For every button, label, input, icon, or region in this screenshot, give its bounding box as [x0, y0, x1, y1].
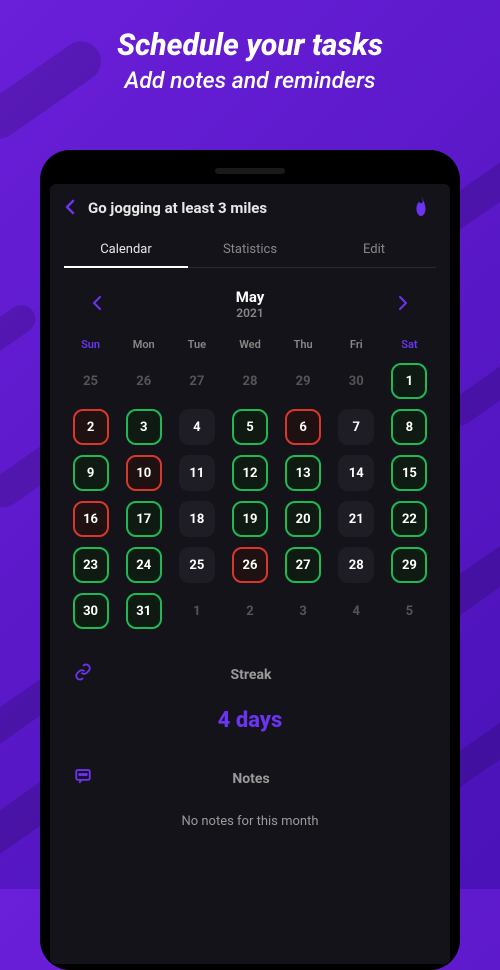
chevron-right-icon	[398, 296, 408, 310]
app-screen: Go jogging at least 3 miles Calendar Sta…	[50, 184, 450, 964]
header: Go jogging at least 3 miles	[64, 196, 436, 220]
calendar-day[interactable]: 1	[391, 363, 427, 399]
calendar-day[interactable]: 14	[338, 455, 374, 491]
calendar-day[interactable]: 4	[179, 409, 215, 445]
weekday-tue: Tue	[172, 338, 221, 351]
streak-label: Streak	[76, 667, 426, 683]
streak-section: Streak	[64, 659, 436, 690]
calendar-day[interactable]: 25	[179, 547, 215, 583]
calendar-day[interactable]: 20	[285, 501, 321, 537]
calendar-day[interactable]: 17	[126, 501, 162, 537]
streak-value: 4 days	[64, 708, 436, 733]
calendar-day: 3	[285, 593, 321, 629]
month-navigation: May 2021	[64, 288, 436, 320]
calendar-day[interactable]: 19	[232, 501, 268, 537]
weekday-thu: Thu	[279, 338, 328, 351]
weekday-sun: Sun	[66, 338, 115, 351]
weekday-fri: Fri	[332, 338, 381, 351]
phone-speaker	[215, 168, 285, 174]
calendar-day[interactable]: 10	[126, 455, 162, 491]
calendar-day: 29	[285, 363, 321, 399]
streak-fire-button[interactable]	[412, 196, 430, 221]
calendar-day[interactable]: 31	[126, 593, 162, 629]
calendar-day[interactable]: 21	[338, 501, 374, 537]
calendar-day[interactable]: 7	[338, 409, 374, 445]
tab-statistics[interactable]: Statistics	[188, 234, 312, 267]
calendar-day: 1	[179, 593, 215, 629]
weekday-row: Sun Mon Tue Wed Thu Fri Sat	[64, 338, 436, 351]
calendar-day: 5	[391, 593, 427, 629]
weekday-sat: Sat	[385, 338, 434, 351]
calendar-day: 27	[179, 363, 215, 399]
calendar-day[interactable]: 29	[391, 547, 427, 583]
calendar-day[interactable]: 13	[285, 455, 321, 491]
back-button[interactable]	[64, 196, 76, 220]
calendar-day[interactable]: 30	[73, 593, 109, 629]
calendar-day[interactable]: 3	[126, 409, 162, 445]
notes-label: Notes	[76, 771, 426, 787]
calendar-day[interactable]: 8	[391, 409, 427, 445]
weekday-wed: Wed	[225, 338, 274, 351]
chevron-left-icon	[92, 296, 102, 310]
calendar-day[interactable]: 12	[232, 455, 268, 491]
weekday-mon: Mon	[119, 338, 168, 351]
next-month-button[interactable]	[390, 290, 416, 319]
calendar-day[interactable]: 2	[73, 409, 109, 445]
calendar-day[interactable]: 26	[232, 547, 268, 583]
notes-empty-text: No notes for this month	[64, 814, 436, 829]
calendar-day: 26	[126, 363, 162, 399]
calendar-day[interactable]: 28	[338, 547, 374, 583]
calendar-day[interactable]: 5	[232, 409, 268, 445]
chevron-left-icon	[64, 199, 76, 215]
tab-edit[interactable]: Edit	[312, 234, 436, 267]
phone-frame: Go jogging at least 3 miles Calendar Sta…	[40, 150, 460, 970]
calendar-day[interactable]: 22	[391, 501, 427, 537]
tabs: Calendar Statistics Edit	[64, 234, 436, 268]
calendar-day[interactable]: 27	[285, 547, 321, 583]
calendar-day: 4	[338, 593, 374, 629]
calendar-grid: 2526272829301234567891011121314151617181…	[64, 363, 436, 629]
calendar-day[interactable]: 9	[73, 455, 109, 491]
prev-month-button[interactable]	[84, 290, 110, 319]
month-label: May 2021	[236, 288, 265, 320]
calendar-day[interactable]: 16	[73, 501, 109, 537]
calendar-day: 30	[338, 363, 374, 399]
calendar-day[interactable]: 24	[126, 547, 162, 583]
tab-calendar[interactable]: Calendar	[64, 234, 188, 267]
calendar-day[interactable]: 11	[179, 455, 215, 491]
calendar-day: 25	[73, 363, 109, 399]
notes-section: Notes	[64, 763, 436, 794]
calendar-day[interactable]: 23	[73, 547, 109, 583]
month-name: May	[236, 288, 265, 306]
fire-icon	[412, 196, 430, 216]
task-title: Go jogging at least 3 miles	[88, 199, 267, 217]
calendar-day[interactable]: 15	[391, 455, 427, 491]
year: 2021	[236, 306, 265, 320]
calendar-day[interactable]: 6	[285, 409, 321, 445]
calendar-day: 2	[232, 593, 268, 629]
calendar-day[interactable]: 18	[179, 501, 215, 537]
calendar-day: 28	[232, 363, 268, 399]
